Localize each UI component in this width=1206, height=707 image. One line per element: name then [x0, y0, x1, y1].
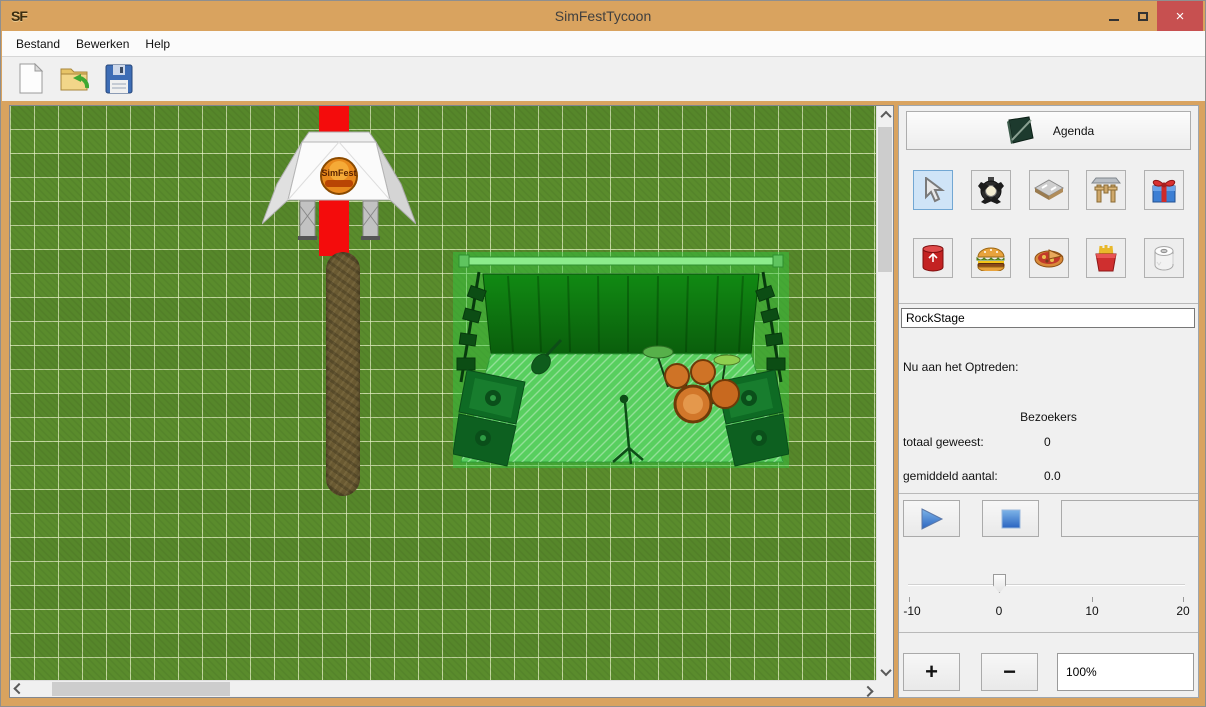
maximize-button[interactable]: [1128, 1, 1157, 31]
zoom-in-button[interactable]: +: [903, 653, 960, 691]
stage-name-input[interactable]: [901, 308, 1195, 328]
dirt-path[interactable]: [326, 252, 360, 496]
app-window: SF SimFestTycoon × Bestand Bewerken Help: [0, 0, 1206, 707]
stop-button[interactable]: [982, 500, 1039, 537]
speed-slider-thumb[interactable]: [993, 574, 1006, 593]
tool-cursor[interactable]: [913, 170, 953, 210]
scroll-left-button[interactable]: [10, 681, 27, 698]
tool-road-tile[interactable]: [1029, 170, 1069, 210]
menu-bewerken[interactable]: Bewerken: [68, 33, 137, 55]
vertical-scrollbar-thumb[interactable]: [878, 127, 892, 272]
vertical-scrollbar[interactable]: [876, 106, 893, 680]
chevron-right-icon: [862, 685, 873, 696]
tool-trash-can[interactable]: [913, 238, 953, 278]
open-file-button[interactable]: [58, 61, 92, 97]
fries-icon: [1093, 244, 1119, 272]
zoom-section: + −: [899, 632, 1198, 696]
tent-leg-right: [361, 201, 380, 240]
menu-bar: Bestand Bewerken Help: [2, 31, 1206, 57]
svg-text:SimFest: SimFest: [321, 168, 356, 178]
tool-spotlight[interactable]: [971, 170, 1011, 210]
save-file-icon: [105, 64, 133, 94]
title-bar: SF SimFestTycoon ×: [1, 1, 1205, 31]
stage-curtain: [483, 274, 759, 354]
stop-icon: [1000, 508, 1022, 530]
chevron-left-icon: [13, 682, 24, 693]
toolbar: [2, 57, 1206, 101]
stage-info-section: Nu aan het Optreden: Bezoekers totaal ge…: [899, 303, 1198, 493]
status-box: [1061, 500, 1199, 537]
horizontal-scrollbar-thumb[interactable]: [52, 682, 230, 696]
side-panel: Agenda: [898, 105, 1199, 698]
chevron-up-icon: [880, 110, 891, 121]
new-file-button[interactable]: [14, 61, 48, 97]
maximize-icon: [1138, 12, 1148, 21]
scroll-right-button[interactable]: [859, 681, 876, 698]
slider-tick: [1092, 597, 1093, 602]
tool-fries[interactable]: [1086, 238, 1126, 278]
tent-logo: SimFest: [321, 158, 357, 194]
chevron-down-icon: [880, 664, 891, 675]
open-file-icon: [59, 64, 91, 94]
save-file-button[interactable]: [102, 61, 136, 97]
entrance-tent[interactable]: SimFest: [262, 126, 416, 248]
menu-help[interactable]: Help: [137, 33, 178, 55]
agenda-button[interactable]: Agenda: [906, 111, 1191, 150]
visitors-header: Bezoekers: [899, 410, 1198, 424]
stage-truss: [459, 255, 783, 267]
scroll-up-button[interactable]: [877, 106, 894, 123]
tent-leg-left: [298, 201, 317, 240]
total-visitors-value: 0: [1044, 435, 1051, 449]
agenda-label: Agenda: [1053, 124, 1094, 138]
hamburger-icon: [976, 245, 1006, 271]
zoom-level-input[interactable]: [1057, 653, 1194, 691]
cursor-icon: [921, 177, 945, 203]
play-button[interactable]: [903, 500, 960, 537]
menu-bestand[interactable]: Bestand: [8, 33, 68, 55]
pizza-icon: [1034, 246, 1064, 270]
speed-slider-track[interactable]: [908, 584, 1185, 586]
play-icon: [919, 507, 945, 531]
scroll-down-button[interactable]: [877, 663, 894, 680]
close-button[interactable]: ×: [1157, 1, 1203, 31]
map-canvas[interactable]: SimFest: [10, 106, 876, 680]
tool-hamburger[interactable]: [971, 238, 1011, 278]
gift-icon: [1150, 176, 1178, 204]
agenda-book-icon: [1003, 116, 1037, 146]
tool-pizza[interactable]: [1029, 238, 1069, 278]
slider-label-zero: 0: [996, 604, 1003, 618]
average-visitors-label: gemiddeld aantal:: [903, 469, 998, 483]
total-visitors-label: totaal geweest:: [903, 435, 984, 449]
rock-stage[interactable]: [453, 252, 789, 468]
map-canvas-container: SimFest: [9, 105, 894, 698]
scrollbar-corner: [876, 680, 893, 697]
slider-label-min: -10: [903, 604, 920, 618]
horizontal-scrollbar[interactable]: [10, 680, 876, 697]
road-tile-icon: [1034, 178, 1064, 202]
new-file-icon: [18, 63, 44, 95]
now-performing-label: Nu aan het Optreden:: [903, 360, 1018, 374]
spotlight-icon: [977, 176, 1005, 204]
slider-tick: [909, 597, 910, 602]
slider-label-twenty: 20: [1176, 604, 1189, 618]
gate-icon: [1091, 176, 1121, 204]
trash-can-icon: [920, 244, 946, 272]
toilet-paper-icon: [1151, 244, 1177, 272]
minimize-icon: [1109, 19, 1119, 21]
slider-label-ten: 10: [1085, 604, 1098, 618]
slider-tick: [1183, 597, 1184, 602]
tool-toilet-paper[interactable]: [1144, 238, 1184, 278]
average-visitors-value: 0.0: [1044, 469, 1061, 483]
zoom-out-button[interactable]: −: [981, 653, 1038, 691]
tool-gate[interactable]: [1086, 170, 1126, 210]
tool-gift[interactable]: [1144, 170, 1184, 210]
playback-section: -10 0 10 20: [899, 493, 1198, 632]
tools-section: Agenda: [899, 106, 1198, 303]
window-title: SimFestTycoon: [1, 8, 1205, 24]
minimize-button[interactable]: [1099, 1, 1128, 31]
